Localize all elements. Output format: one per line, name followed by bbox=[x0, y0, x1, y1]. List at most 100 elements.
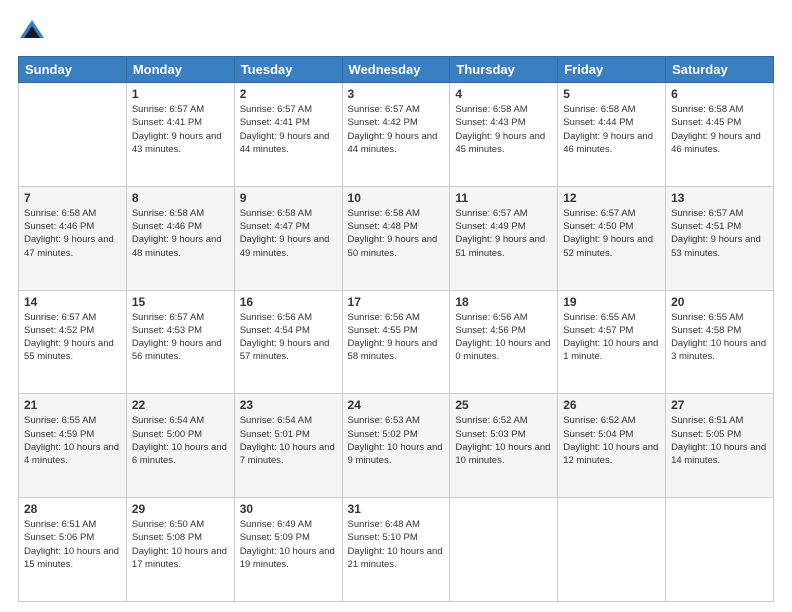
day-info: Sunrise: 6:50 AMSunset: 5:08 PMDaylight:… bbox=[132, 518, 229, 571]
day-number: 11 bbox=[455, 191, 552, 205]
calendar-cell: 21 Sunrise: 6:55 AMSunset: 4:59 PMDayligh… bbox=[19, 394, 127, 498]
day-number: 4 bbox=[455, 87, 552, 101]
day-info: Sunrise: 6:57 AMSunset: 4:53 PMDaylight:… bbox=[132, 311, 229, 364]
calendar-cell: 3 Sunrise: 6:57 AMSunset: 4:42 PMDaylight… bbox=[342, 83, 450, 187]
day-number: 16 bbox=[240, 295, 337, 309]
calendar-cell: 16 Sunrise: 6:56 AMSunset: 4:54 PMDayligh… bbox=[234, 290, 342, 394]
calendar-cell: 25 Sunrise: 6:52 AMSunset: 5:03 PMDayligh… bbox=[450, 394, 558, 498]
day-header-tuesday: Tuesday bbox=[234, 57, 342, 83]
day-info: Sunrise: 6:55 AMSunset: 4:57 PMDaylight:… bbox=[563, 311, 660, 364]
day-number: 8 bbox=[132, 191, 229, 205]
calendar-cell: 10Sunrise: 6:58 AMSunset: 4:48 PMDayligh… bbox=[342, 186, 450, 290]
day-number: 29 bbox=[132, 502, 229, 516]
calendar-cell: 27Sunrise: 6:51 AMSunset: 5:05 PMDayligh… bbox=[666, 394, 774, 498]
calendar-cell: 20Sunrise: 6:55 AMSunset: 4:58 PMDayligh… bbox=[666, 290, 774, 394]
day-info: Sunrise: 6:51 AMSunset: 5:06 PMDaylight:… bbox=[24, 518, 121, 571]
calendar-cell bbox=[666, 498, 774, 602]
day-number: 28 bbox=[24, 502, 121, 516]
day-info: Sunrise: 6:57 AMSunset: 4:52 PMDaylight:… bbox=[24, 311, 121, 364]
day-info: Sunrise: 6:49 AMSunset: 5:09 PMDaylight:… bbox=[240, 518, 337, 571]
day-info: Sunrise: 6:58 AMSunset: 4:46 PMDaylight:… bbox=[24, 207, 121, 260]
day-info: Sunrise: 6:58 AMSunset: 4:46 PMDaylight:… bbox=[132, 207, 229, 260]
calendar-week-row: 14 Sunrise: 6:57 AMSunset: 4:52 PMDayligh… bbox=[19, 290, 774, 394]
day-number: 25 bbox=[455, 398, 552, 412]
calendar-cell: 1 Sunrise: 6:57 AMSunset: 4:41 PMDaylight… bbox=[126, 83, 234, 187]
day-header-thursday: Thursday bbox=[450, 57, 558, 83]
day-number: 15 bbox=[132, 295, 229, 309]
day-info: Sunrise: 6:52 AMSunset: 5:04 PMDaylight:… bbox=[563, 414, 660, 467]
day-number: 21 bbox=[24, 398, 121, 412]
calendar-cell: 31Sunrise: 6:48 AMSunset: 5:10 PMDayligh… bbox=[342, 498, 450, 602]
day-number: 2 bbox=[240, 87, 337, 101]
calendar-header-row: SundayMondayTuesdayWednesdayThursdayFrid… bbox=[19, 57, 774, 83]
day-info: Sunrise: 6:51 AMSunset: 5:05 PMDaylight:… bbox=[671, 414, 768, 467]
day-info: Sunrise: 6:56 AMSunset: 4:56 PMDaylight:… bbox=[455, 311, 552, 364]
day-number: 5 bbox=[563, 87, 660, 101]
calendar-cell: 17 Sunrise: 6:56 AMSunset: 4:55 PMDayligh… bbox=[342, 290, 450, 394]
calendar-cell: 19 Sunrise: 6:55 AMSunset: 4:57 PMDayligh… bbox=[558, 290, 666, 394]
calendar-cell bbox=[450, 498, 558, 602]
day-info: Sunrise: 6:58 AMSunset: 4:45 PMDaylight:… bbox=[671, 103, 768, 156]
day-number: 17 bbox=[348, 295, 445, 309]
calendar-cell: 4 Sunrise: 6:58 AMSunset: 4:43 PMDaylight… bbox=[450, 83, 558, 187]
day-number: 30 bbox=[240, 502, 337, 516]
day-info: Sunrise: 6:57 AMSunset: 4:42 PMDaylight:… bbox=[348, 103, 445, 156]
day-info: Sunrise: 6:55 AMSunset: 4:59 PMDaylight:… bbox=[24, 414, 121, 467]
calendar-cell bbox=[558, 498, 666, 602]
day-number: 22 bbox=[132, 398, 229, 412]
day-info: Sunrise: 6:53 AMSunset: 5:02 PMDaylight:… bbox=[348, 414, 445, 467]
calendar-cell: 15 Sunrise: 6:57 AMSunset: 4:53 PMDayligh… bbox=[126, 290, 234, 394]
day-number: 31 bbox=[348, 502, 445, 516]
day-info: Sunrise: 6:57 AMSunset: 4:49 PMDaylight:… bbox=[455, 207, 552, 260]
day-number: 1 bbox=[132, 87, 229, 101]
calendar-week-row: 28 Sunrise: 6:51 AMSunset: 5:06 PMDayligh… bbox=[19, 498, 774, 602]
day-info: Sunrise: 6:58 AMSunset: 4:47 PMDaylight:… bbox=[240, 207, 337, 260]
header bbox=[18, 18, 774, 46]
calendar-cell: 11 Sunrise: 6:57 AMSunset: 4:49 PMDayligh… bbox=[450, 186, 558, 290]
day-header-friday: Friday bbox=[558, 57, 666, 83]
day-info: Sunrise: 6:57 AMSunset: 4:51 PMDaylight:… bbox=[671, 207, 768, 260]
calendar-cell: 18Sunrise: 6:56 AMSunset: 4:56 PMDayligh… bbox=[450, 290, 558, 394]
day-info: Sunrise: 6:57 AMSunset: 4:41 PMDaylight:… bbox=[240, 103, 337, 156]
calendar-cell: 8 Sunrise: 6:58 AMSunset: 4:46 PMDaylight… bbox=[126, 186, 234, 290]
calendar-cell: 14 Sunrise: 6:57 AMSunset: 4:52 PMDayligh… bbox=[19, 290, 127, 394]
calendar-cell: 30 Sunrise: 6:49 AMSunset: 5:09 PMDayligh… bbox=[234, 498, 342, 602]
day-number: 12 bbox=[563, 191, 660, 205]
day-header-saturday: Saturday bbox=[666, 57, 774, 83]
day-info: Sunrise: 6:58 AMSunset: 4:43 PMDaylight:… bbox=[455, 103, 552, 156]
day-number: 24 bbox=[348, 398, 445, 412]
calendar-cell: 22Sunrise: 6:54 AMSunset: 5:00 PMDayligh… bbox=[126, 394, 234, 498]
day-info: Sunrise: 6:54 AMSunset: 5:01 PMDaylight:… bbox=[240, 414, 337, 467]
calendar-week-row: 21 Sunrise: 6:55 AMSunset: 4:59 PMDayligh… bbox=[19, 394, 774, 498]
calendar-cell: 13Sunrise: 6:57 AMSunset: 4:51 PMDayligh… bbox=[666, 186, 774, 290]
day-header-wednesday: Wednesday bbox=[342, 57, 450, 83]
day-info: Sunrise: 6:52 AMSunset: 5:03 PMDaylight:… bbox=[455, 414, 552, 467]
day-header-monday: Monday bbox=[126, 57, 234, 83]
day-number: 3 bbox=[348, 87, 445, 101]
calendar-week-row: 7Sunrise: 6:58 AMSunset: 4:46 PMDaylight… bbox=[19, 186, 774, 290]
calendar-cell: 6 Sunrise: 6:58 AMSunset: 4:45 PMDaylight… bbox=[666, 83, 774, 187]
calendar-cell: 28 Sunrise: 6:51 AMSunset: 5:06 PMDayligh… bbox=[19, 498, 127, 602]
calendar-cell: 5 Sunrise: 6:58 AMSunset: 4:44 PMDaylight… bbox=[558, 83, 666, 187]
calendar-cell: 29 Sunrise: 6:50 AMSunset: 5:08 PMDayligh… bbox=[126, 498, 234, 602]
day-info: Sunrise: 6:57 AMSunset: 4:41 PMDaylight:… bbox=[132, 103, 229, 156]
day-info: Sunrise: 6:56 AMSunset: 4:54 PMDaylight:… bbox=[240, 311, 337, 364]
calendar-cell: 26Sunrise: 6:52 AMSunset: 5:04 PMDayligh… bbox=[558, 394, 666, 498]
day-number: 14 bbox=[24, 295, 121, 309]
calendar-cell: 9 Sunrise: 6:58 AMSunset: 4:47 PMDaylight… bbox=[234, 186, 342, 290]
day-info: Sunrise: 6:57 AMSunset: 4:50 PMDaylight:… bbox=[563, 207, 660, 260]
calendar-cell: 12 Sunrise: 6:57 AMSunset: 4:50 PMDayligh… bbox=[558, 186, 666, 290]
page: SundayMondayTuesdayWednesdayThursdayFrid… bbox=[0, 0, 792, 612]
calendar-cell: 23 Sunrise: 6:54 AMSunset: 5:01 PMDayligh… bbox=[234, 394, 342, 498]
day-info: Sunrise: 6:56 AMSunset: 4:55 PMDaylight:… bbox=[348, 311, 445, 364]
day-info: Sunrise: 6:58 AMSunset: 4:44 PMDaylight:… bbox=[563, 103, 660, 156]
calendar-cell: 2 Sunrise: 6:57 AMSunset: 4:41 PMDaylight… bbox=[234, 83, 342, 187]
logo bbox=[18, 18, 50, 46]
calendar: SundayMondayTuesdayWednesdayThursdayFrid… bbox=[18, 56, 774, 602]
day-number: 6 bbox=[671, 87, 768, 101]
day-number: 20 bbox=[671, 295, 768, 309]
day-number: 9 bbox=[240, 191, 337, 205]
calendar-cell: 7Sunrise: 6:58 AMSunset: 4:46 PMDaylight… bbox=[19, 186, 127, 290]
day-number: 23 bbox=[240, 398, 337, 412]
day-number: 19 bbox=[563, 295, 660, 309]
